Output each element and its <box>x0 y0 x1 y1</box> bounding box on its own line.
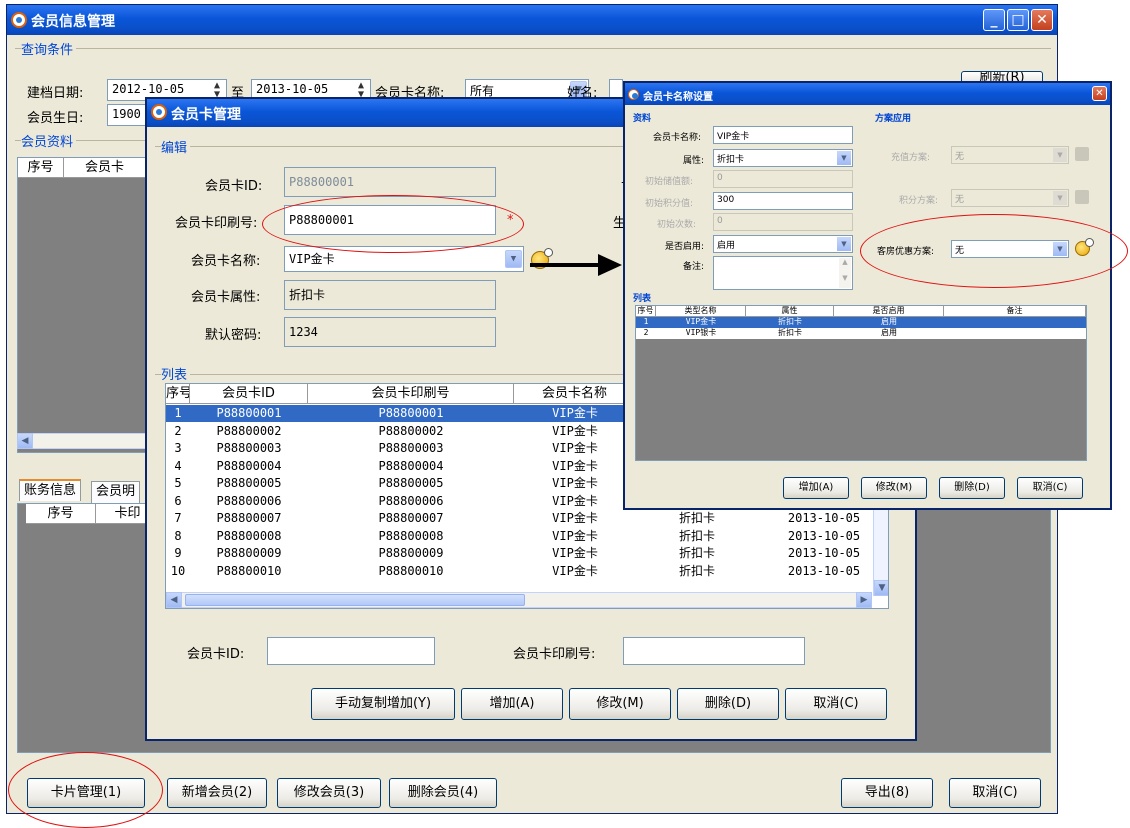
arrow-head <box>598 254 622 276</box>
annotation-layer <box>530 254 622 276</box>
